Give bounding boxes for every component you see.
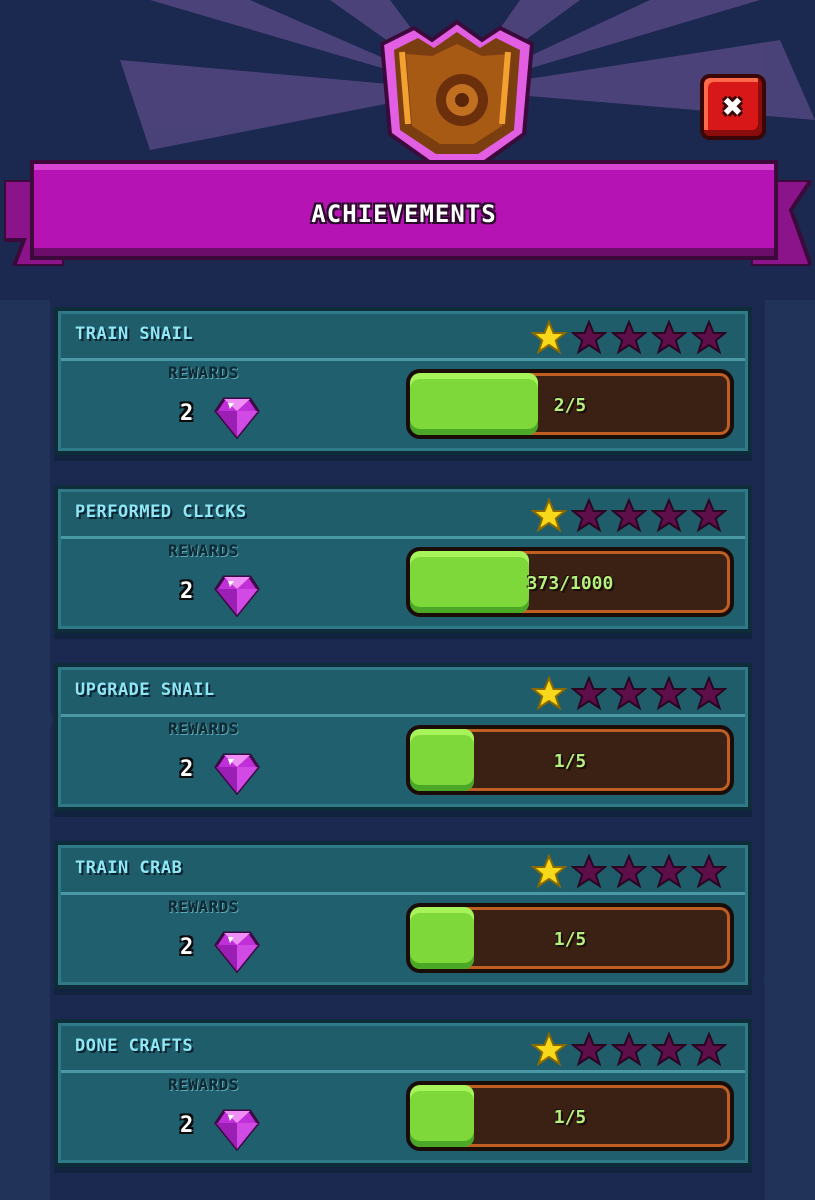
- achievement-title: DONE CRAFTS: [75, 1036, 194, 1056]
- card-header: TRAIN CRAB: [61, 848, 745, 895]
- close-icon: ✖: [722, 87, 744, 127]
- gem-icon: [214, 931, 260, 973]
- card-header: PERFORMED CLICKS: [61, 492, 745, 539]
- close-button[interactable]: ✖: [700, 74, 766, 140]
- reward-amount: 2: [180, 757, 194, 782]
- reward-amount: 2: [180, 935, 194, 960]
- gem-icon: [214, 1109, 260, 1151]
- reward-amount: 2: [180, 1113, 194, 1138]
- star-empty-icon: [651, 498, 687, 533]
- star-filled-icon: [531, 676, 567, 711]
- star-empty-icon: [611, 1032, 647, 1067]
- achievement-card: TRAIN SNAIL REWARDS 2 2/5: [54, 307, 752, 455]
- star-empty-icon: [691, 854, 727, 889]
- progress-bar: 1/5: [406, 903, 734, 973]
- progress-text: 373/1000: [526, 573, 614, 594]
- gem-icon: [214, 753, 260, 795]
- star-empty-icon: [651, 320, 687, 355]
- rewards-label: REWARDS: [168, 1075, 239, 1094]
- star-rating: [531, 1032, 727, 1068]
- star-empty-icon: [651, 854, 687, 889]
- achievement-title: TRAIN CRAB: [75, 858, 183, 878]
- star-rating: [531, 676, 727, 712]
- achievement-title: PERFORMED CLICKS: [75, 502, 247, 522]
- star-empty-icon: [651, 676, 687, 711]
- card-header: TRAIN SNAIL: [61, 314, 745, 361]
- title-banner: ACHIEVEMENTS: [0, 164, 815, 270]
- star-rating: [531, 498, 727, 534]
- star-empty-icon: [571, 854, 607, 889]
- progress-text: 1/5: [553, 751, 587, 772]
- reward-amount: 2: [180, 401, 194, 426]
- star-empty-icon: [611, 498, 647, 533]
- achievement-list: TRAIN SNAIL REWARDS 2 2/5 PERFORMED CLIC…: [54, 307, 752, 1197]
- progress-bar: 2/5: [406, 369, 734, 439]
- star-filled-icon: [531, 320, 567, 355]
- progress-text: 1/5: [553, 929, 587, 950]
- gem-icon: [214, 575, 260, 617]
- star-filled-icon: [531, 498, 567, 533]
- star-empty-icon: [651, 1032, 687, 1067]
- progress-bar: 1/5: [406, 725, 734, 795]
- star-empty-icon: [571, 676, 607, 711]
- star-filled-icon: [531, 1032, 567, 1067]
- progress-bar: 1/5: [406, 1081, 734, 1151]
- achievement-title: UPGRADE SNAIL: [75, 680, 215, 700]
- achievement-card: DONE CRAFTS REWARDS 2 1/5: [54, 1019, 752, 1167]
- star-empty-icon: [611, 676, 647, 711]
- progress-text: 1/5: [553, 1107, 587, 1128]
- page-title: ACHIEVEMENTS: [311, 200, 497, 228]
- progress-text: 2/5: [553, 395, 587, 416]
- star-rating: [531, 854, 727, 890]
- star-empty-icon: [571, 1032, 607, 1067]
- rewards-label: REWARDS: [168, 897, 239, 916]
- star-empty-icon: [571, 498, 607, 533]
- star-empty-icon: [691, 676, 727, 711]
- star-empty-icon: [691, 498, 727, 533]
- achievement-card: UPGRADE SNAIL REWARDS 2 1/5: [54, 663, 752, 811]
- achievement-title: TRAIN SNAIL: [75, 324, 194, 344]
- rewards-label: REWARDS: [168, 541, 239, 560]
- star-empty-icon: [611, 320, 647, 355]
- star-empty-icon: [611, 854, 647, 889]
- star-filled-icon: [531, 854, 567, 889]
- rewards-label: REWARDS: [168, 719, 239, 738]
- shield-emblem-icon: [379, 19, 535, 166]
- star-empty-icon: [571, 320, 607, 355]
- progress-bar: 373/1000: [406, 547, 734, 617]
- achievement-card: TRAIN CRAB REWARDS 2 1/5: [54, 841, 752, 989]
- banner-main: ACHIEVEMENTS: [34, 164, 774, 256]
- star-rating: [531, 320, 727, 356]
- star-empty-icon: [691, 320, 727, 355]
- achievement-card: PERFORMED CLICKS REWARDS 2 373/1000: [54, 485, 752, 633]
- rewards-label: REWARDS: [168, 363, 239, 382]
- reward-amount: 2: [180, 579, 194, 604]
- card-header: DONE CRAFTS: [61, 1026, 745, 1073]
- gem-icon: [214, 397, 260, 439]
- card-header: UPGRADE SNAIL: [61, 670, 745, 717]
- star-empty-icon: [691, 1032, 727, 1067]
